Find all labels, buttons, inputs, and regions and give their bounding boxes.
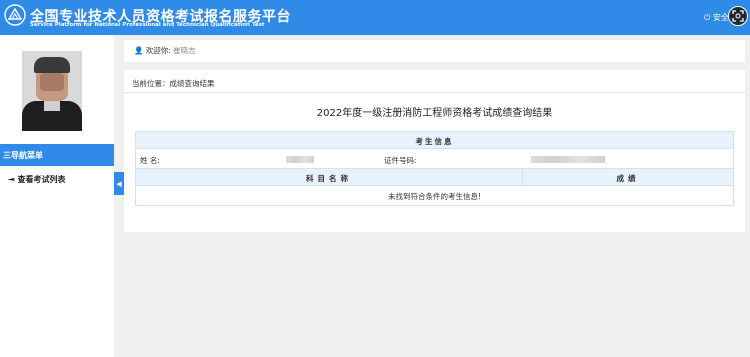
- top-header: 全国专业技术人员资格考试报名服务平台 Service Platform for …: [0, 0, 750, 35]
- id-label: 证件号码:: [384, 156, 417, 165]
- logout-label: 安全: [712, 13, 729, 22]
- sidebar-item-label: 查看考试列表: [17, 175, 66, 184]
- user-name: 崔晓志: [173, 46, 196, 55]
- subject-column-header: 科目名称: [136, 169, 523, 185]
- power-icon: ⏻: [704, 13, 711, 22]
- welcome-text: 👤 欢迎你: 崔晓志: [134, 45, 196, 56]
- sidebar: [0, 35, 114, 357]
- candidate-info-row: 姓 名: 证件号码:: [136, 149, 733, 169]
- breadcrumb: 当前位置：成绩查询结果: [132, 79, 215, 88]
- subject-header-row: 科目名称 成绩: [136, 169, 733, 186]
- user-icon: 👤: [134, 46, 144, 55]
- name-value-redacted: [286, 156, 314, 163]
- info-header: 考生信息: [136, 132, 733, 149]
- sign-in-icon: ⇥: [8, 175, 15, 184]
- chevron-left-icon: ◀: [116, 179, 122, 188]
- id-value-redacted: [531, 156, 605, 163]
- name-label: 姓 名:: [140, 156, 160, 165]
- sidebar-collapse-button[interactable]: ◀: [114, 172, 124, 195]
- result-table: 考生信息 姓 名: 证件号码: 科目名称 成绩 未找到符合条件的考生信息!: [135, 131, 734, 206]
- nav-menu-header[interactable]: 三导航菜单: [0, 144, 114, 166]
- platform-logo-icon: [4, 4, 26, 26]
- page-title: 2022年度一级注册消防工程师资格考试成绩查询结果: [316, 108, 553, 119]
- score-column-header: 成绩: [616, 174, 640, 183]
- empty-message: 未找到符合条件的考生信息!: [387, 192, 481, 201]
- expand-icon: [732, 10, 744, 22]
- main-panel: 当前位置：成绩查询结果 2022年度一级注册消防工程师资格考试成绩查询结果 考生…: [124, 70, 745, 232]
- divider: [124, 92, 745, 93]
- avatar: [22, 51, 82, 131]
- logout-link[interactable]: ⏻ 安全: [704, 12, 729, 23]
- expand-button[interactable]: [728, 6, 748, 26]
- sidebar-item-exam-list[interactable]: ⇥ 查看考试列表: [8, 174, 66, 185]
- welcome-bar: 👤 欢迎你: 崔晓志: [124, 40, 745, 62]
- platform-subtitle: Service Platform for National Profession…: [30, 22, 265, 28]
- welcome-prefix: 欢迎你:: [145, 46, 171, 55]
